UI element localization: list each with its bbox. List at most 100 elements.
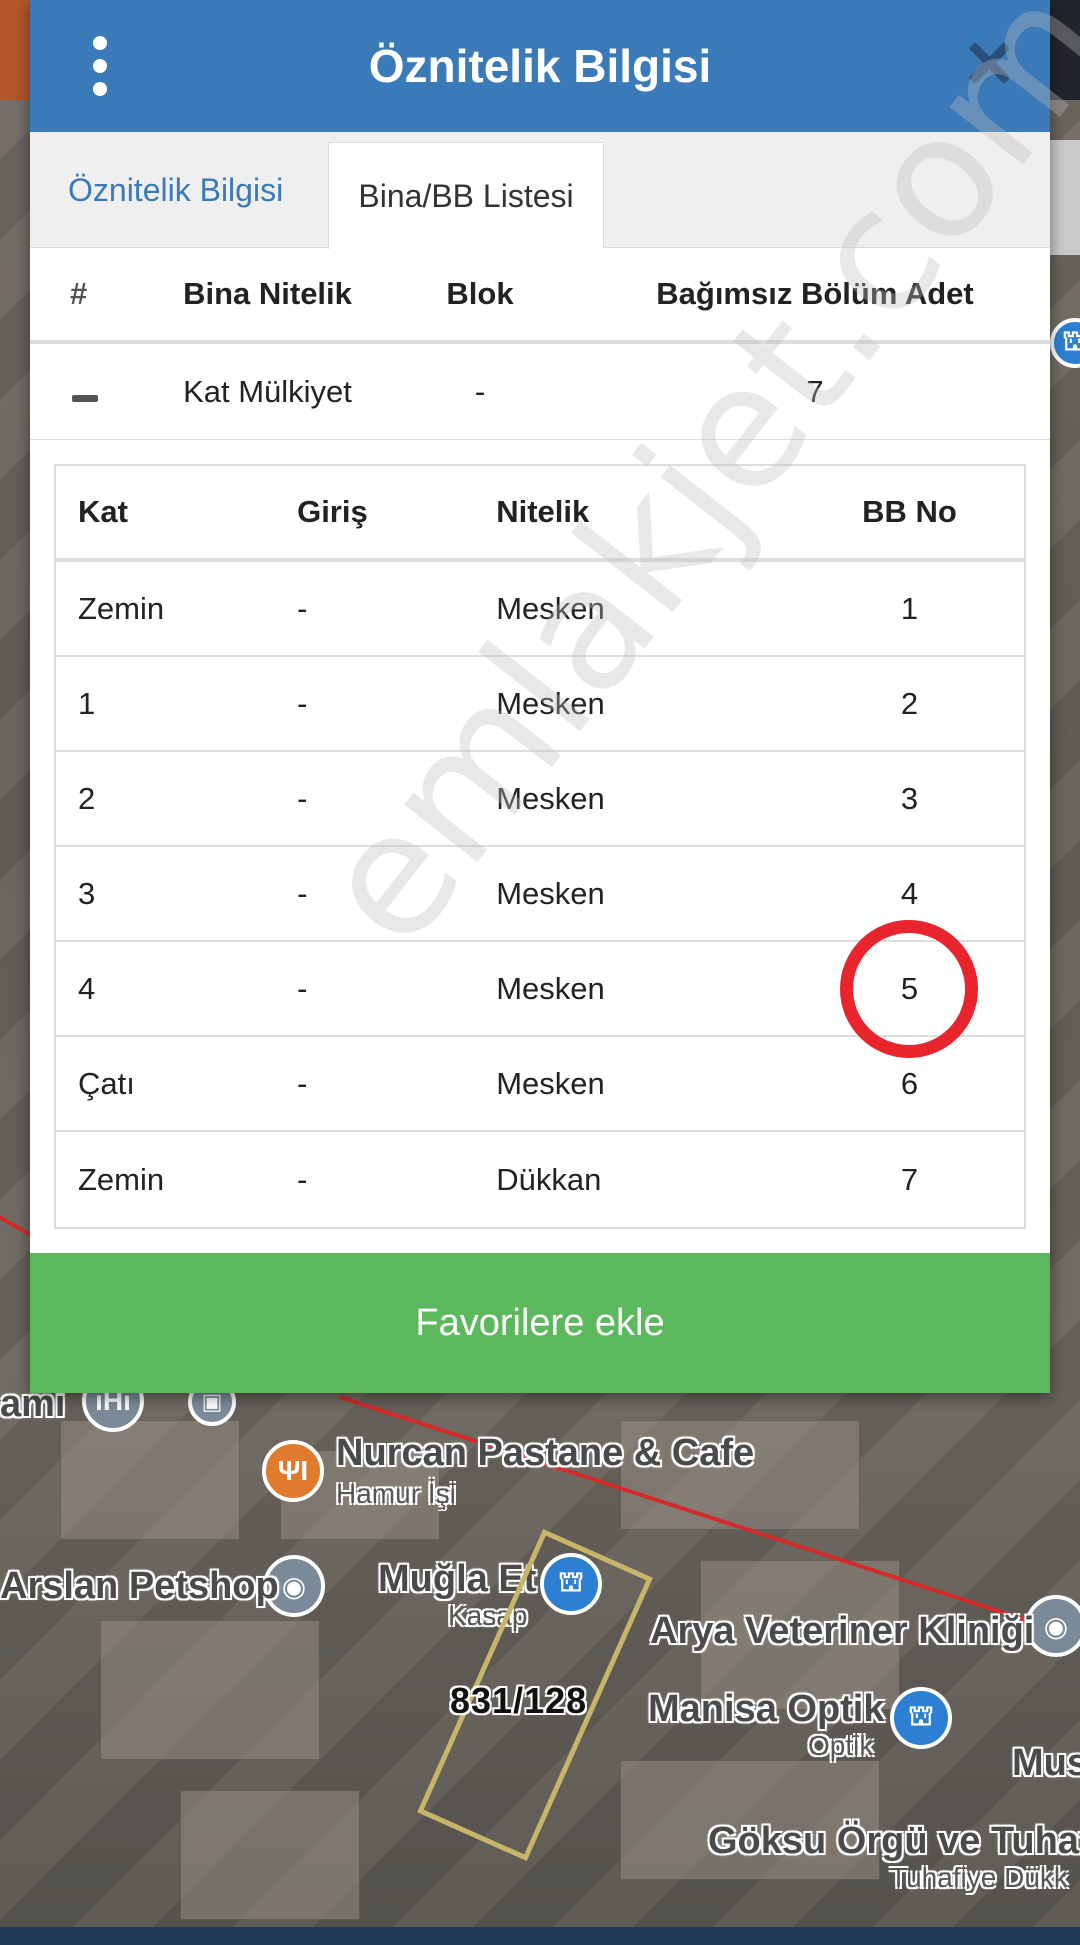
shop-pin-icon[interactable]: ⛫ — [1050, 318, 1080, 368]
map-sublabel: Tuhafiye Dükk — [890, 1862, 1068, 1893]
add-to-favorites-button[interactable]: Favorilere ekle — [30, 1253, 1050, 1393]
building-unit-count: 7 — [806, 373, 824, 409]
more-menu-button[interactable] — [85, 36, 115, 96]
floor-cell-text: 3 — [78, 875, 96, 911]
unit-type-cell-text: Mesken — [496, 970, 605, 1006]
unit-type-cell-text: Mesken — [496, 590, 605, 626]
unit-no-cell: 1 — [795, 591, 1024, 627]
building-table-header: # Bina Nitelik Blok Bağımsız Bölüm Adet — [30, 248, 1050, 344]
floor-cell: Çatı — [56, 1066, 297, 1102]
unit-type-cell: Dükkan — [496, 1162, 795, 1198]
floor-cell-text: Zemin — [78, 1161, 165, 1197]
unit-no-cell: 7 — [795, 1162, 1024, 1198]
unit-type-cell: Mesken — [496, 876, 795, 912]
table-row[interactable]: Zemin - Dükkan 7 — [56, 1132, 1024, 1227]
table-row[interactable]: 1 - Mesken 2 — [56, 657, 1024, 752]
unit-no-cell: 4 — [795, 876, 1024, 912]
entrance-cell: - — [297, 1162, 496, 1198]
map-label[interactable]: Manisa Optik — [648, 1688, 885, 1731]
unit-no-cell-text: 4 — [900, 875, 919, 911]
restaurant-pin-icon[interactable]: ΨΙ — [262, 1440, 324, 1502]
entrance-cell-text: - — [297, 685, 308, 721]
bottom-bar — [0, 1927, 1080, 1945]
entrance-cell-text: - — [297, 590, 308, 626]
map-sublabel: Hamur İşi — [336, 1478, 456, 1509]
floor-cell: 1 — [56, 686, 297, 722]
entrance-cell: - — [297, 591, 496, 627]
unit-type-cell-text: Mesken — [496, 875, 605, 911]
unit-no-cell-text: 3 — [900, 780, 919, 816]
unit-type-cell: Mesken — [496, 686, 795, 722]
entrance-cell: - — [297, 1066, 496, 1102]
map-sublabel: Optik — [808, 1730, 874, 1761]
unit-type-cell-text: Dükkan — [496, 1161, 602, 1197]
table-row[interactable]: 2 - Mesken 3 — [56, 752, 1024, 847]
building-type: Kat Mülkiyet — [183, 373, 352, 409]
map-label[interactable]: Arslan Petshop — [0, 1565, 279, 1608]
map-label[interactable]: Mus — [1012, 1742, 1080, 1785]
modal-title: Öznitelik Bilgisi — [368, 40, 712, 92]
floor-cell: 3 — [56, 876, 297, 912]
col-unit-no: BB No — [862, 494, 957, 529]
unit-table: Kat Giriş Nitelik BB No Zemin - Mesken 1 1 - M… — [54, 464, 1026, 1229]
modal-header: Öznitelik Bilgisi — [30, 0, 1050, 132]
col-entrance: Giriş — [297, 494, 368, 529]
col-block: Blok — [446, 276, 514, 311]
map-label[interactable]: Arya Veteriner Kliniği — [650, 1610, 1034, 1653]
floor-cell-text: 4 — [78, 970, 96, 1006]
col-building-type: Bina Nitelik — [183, 276, 352, 311]
tab-attribute-info[interactable]: Öznitelik Bilgisi — [68, 132, 283, 248]
dot-icon — [93, 59, 107, 73]
unit-no-cell-text: 1 — [900, 590, 919, 626]
building-row[interactable]: Kat Mülkiyet - 7 — [30, 344, 1050, 440]
unit-no-cell-text: 7 — [900, 1161, 919, 1197]
entrance-cell: - — [297, 781, 496, 817]
entrance-cell-text: - — [297, 1161, 308, 1197]
parcel-label: 831/128 — [450, 1680, 588, 1721]
col-unit-type: Nitelik — [496, 494, 590, 529]
entrance-cell-text: - — [297, 780, 308, 816]
unit-type-cell: Mesken — [496, 591, 795, 627]
unit-no-cell: 6 — [795, 1066, 1024, 1102]
floor-cell-text: Zemin — [78, 590, 165, 626]
col-hash: # — [70, 276, 88, 311]
col-unit-count: Bağımsız Bölüm Adet — [656, 276, 974, 311]
unit-no-cell: 3 — [795, 781, 1024, 817]
building-block: - — [474, 373, 486, 409]
unit-no-cell: 2 — [795, 686, 1024, 722]
tab-bar: Öznitelik Bilgisi Bina/BB Listesi — [30, 132, 1050, 249]
unit-type-cell: Mesken — [496, 971, 795, 1007]
minus-icon — [72, 394, 98, 402]
map-label[interactable]: Nurcan Pastane & Cafe — [336, 1432, 754, 1475]
entrance-cell: - — [297, 971, 496, 1007]
attribute-info-modal: Öznitelik Bilgisi Öznitelik Bilgisi Bina… — [30, 0, 1080, 1393]
close-icon[interactable] — [964, 38, 1014, 88]
unit-no-cell: 5 — [795, 919, 1024, 1058]
tab-building-list[interactable]: Bina/BB Listesi — [328, 142, 604, 249]
table-row[interactable]: 4 - Mesken 5 — [56, 919, 1024, 1058]
floor-cell: 4 — [56, 971, 297, 1007]
col-floor: Kat — [78, 494, 128, 529]
unit-no-cell-text: 2 — [900, 685, 919, 721]
table-row[interactable]: Zemin - Mesken 1 — [56, 562, 1024, 657]
unit-type-cell-text: Mesken — [496, 685, 605, 721]
entrance-cell: - — [297, 876, 496, 912]
dot-icon — [93, 36, 107, 50]
floor-cell-text: Çatı — [78, 1065, 135, 1101]
map-edge-tile — [1050, 0, 1080, 100]
unit-type-cell: Mesken — [496, 1066, 795, 1102]
map-label[interactable]: Muğla Et — [378, 1558, 536, 1601]
map-label[interactable]: Göksu Örgü ve Tuhafi — [708, 1820, 1080, 1863]
floor-cell: Zemin — [56, 591, 297, 627]
unit-type-cell: Mesken — [496, 781, 795, 817]
floor-cell: 2 — [56, 781, 297, 817]
floor-cell: Zemin — [56, 1162, 297, 1198]
shop-pin-icon[interactable]: ⛫ — [890, 1687, 952, 1749]
entrance-cell-text: - — [297, 875, 308, 911]
highlight-circle — [840, 919, 979, 1058]
unit-type-cell-text: Mesken — [496, 1065, 605, 1101]
collapse-toggle[interactable] — [30, 374, 155, 410]
floor-cell-text: 1 — [78, 685, 96, 721]
map-edge-tile — [1050, 140, 1080, 255]
dot-icon — [93, 82, 107, 96]
